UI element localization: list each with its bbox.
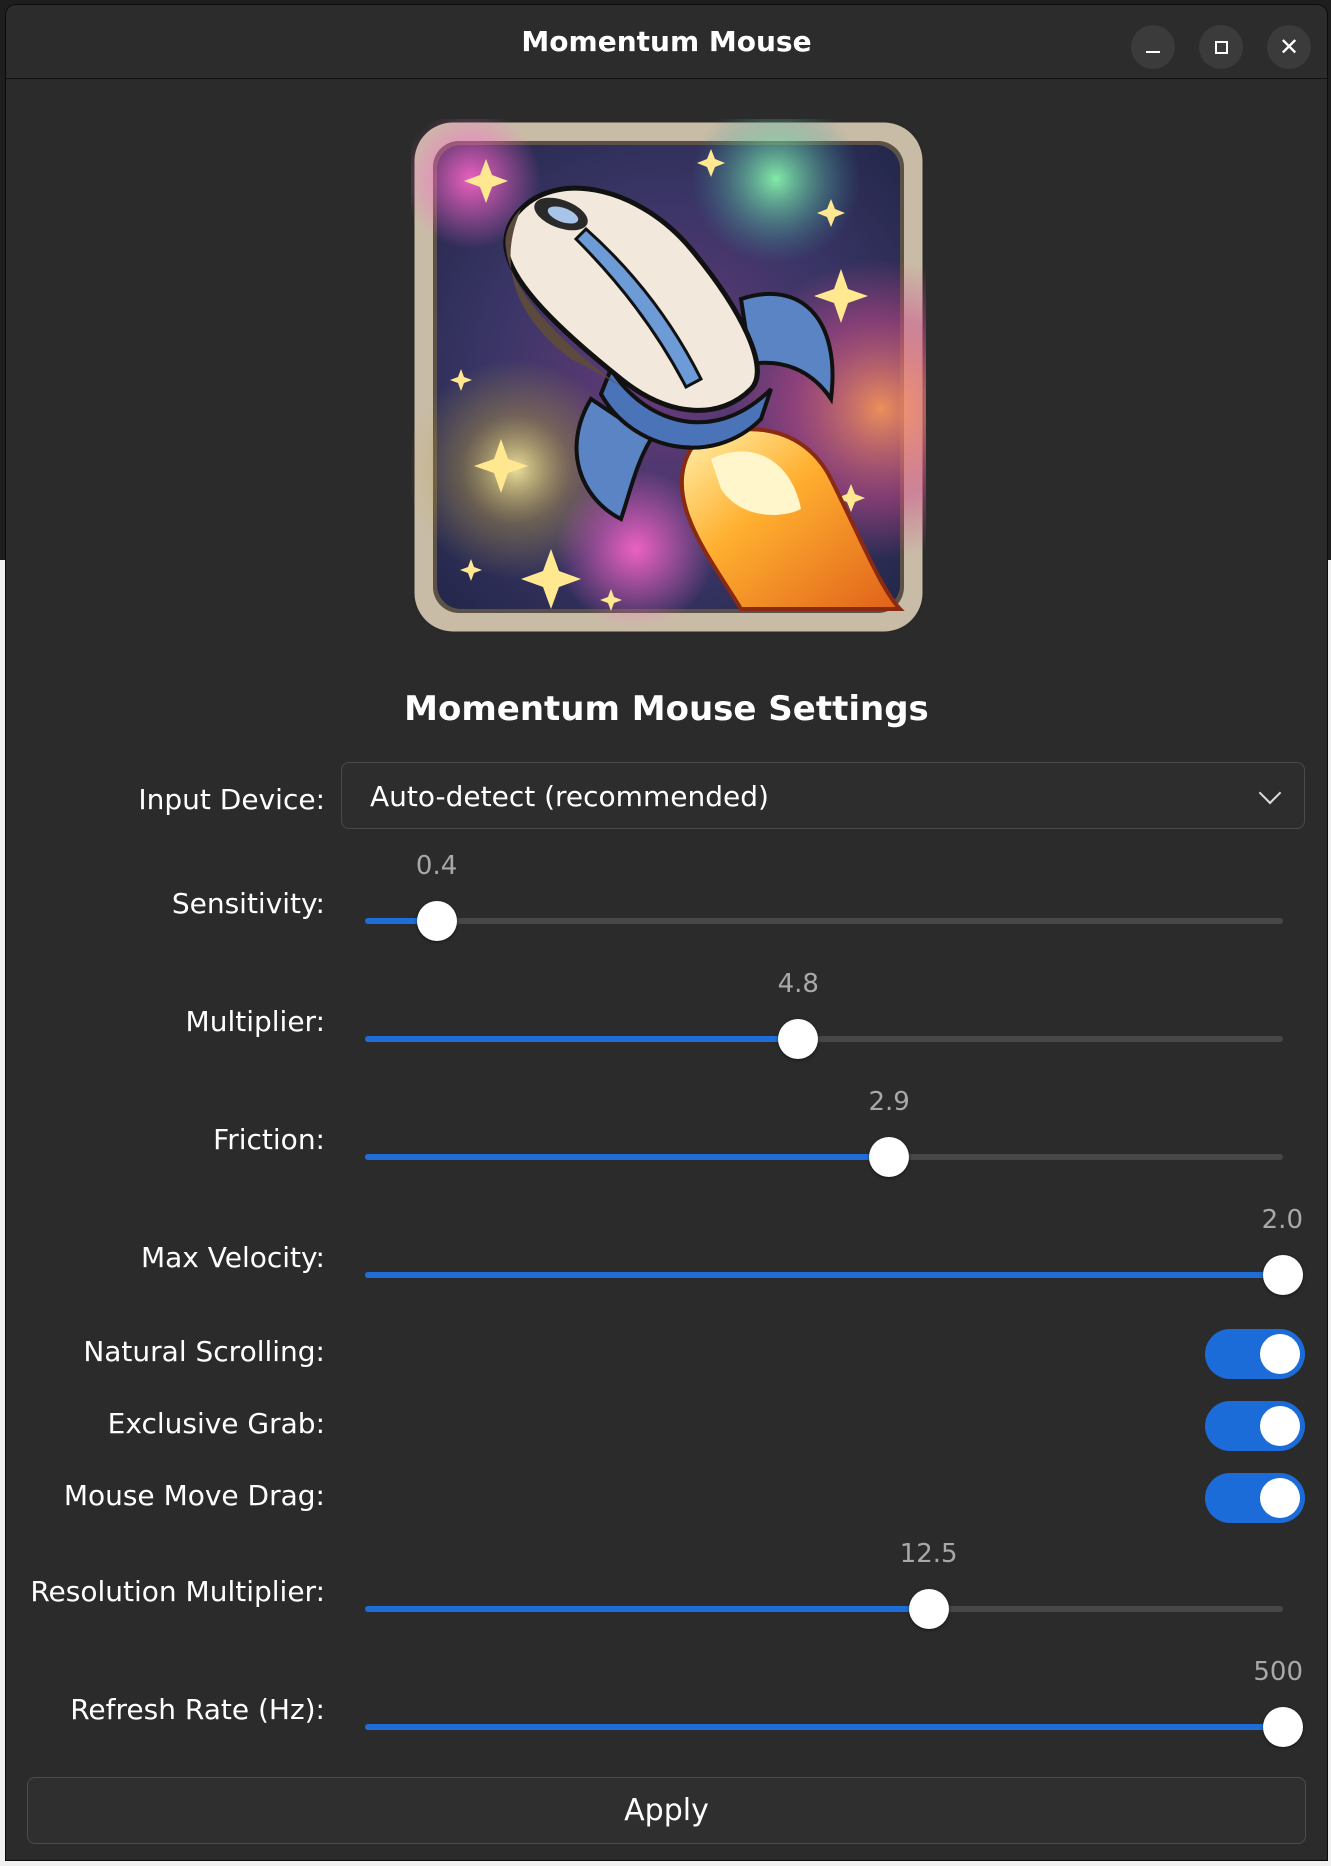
apply-button[interactable]: Apply <box>27 1777 1306 1844</box>
slider-fill <box>365 1036 799 1042</box>
slider-value: 0.4 <box>415 851 458 881</box>
chevron-down-icon <box>1258 781 1282 805</box>
natural-scrolling-label: Natural Scrolling: <box>83 1335 325 1368</box>
slider-fill <box>365 1606 929 1612</box>
resolution-multiplier-slider[interactable]: 12.5 <box>365 1539 1283 1629</box>
multiplier-label: Multiplier: <box>185 1005 325 1038</box>
input-device-label: Input Device: <box>138 783 325 816</box>
close-icon: ✕ <box>1278 33 1300 61</box>
input-device-value: Auto-detect (recommended) <box>370 780 769 813</box>
natural-scrolling-toggle[interactable] <box>1205 1329 1305 1379</box>
mouse-move-drag-label: Mouse Move Drag: <box>63 1479 325 1512</box>
multiplier-slider[interactable]: 4.8 <box>365 969 1283 1059</box>
input-device-dropdown[interactable]: Auto-detect (recommended) <box>341 762 1305 829</box>
slider-handle[interactable] <box>869 1137 910 1177</box>
friction-slider[interactable]: 2.9 <box>365 1087 1283 1177</box>
sensitivity-label: Sensitivity: <box>171 887 325 920</box>
exclusive-grab-toggle[interactable] <box>1205 1401 1305 1451</box>
slider-handle[interactable] <box>1263 1255 1303 1295</box>
slider-handle[interactable] <box>908 1589 949 1629</box>
slider-fill <box>365 1724 1283 1730</box>
refresh-rate-label: Refresh Rate (Hz): <box>70 1693 325 1726</box>
max-velocity-slider[interactable]: 2.0 <box>365 1205 1303 1295</box>
slider-handle[interactable] <box>416 901 457 941</box>
settings-heading: Momentum Mouse Settings <box>404 689 929 729</box>
max-velocity-label: Max Velocity: <box>140 1241 325 1274</box>
slider-handle[interactable] <box>1263 1707 1303 1747</box>
exclusive-grab-label: Exclusive Grab: <box>107 1407 325 1440</box>
slider-handle[interactable] <box>778 1019 819 1059</box>
maximize-icon <box>1214 40 1228 54</box>
app-window: Momentum Mouse ✕ Momentum Mouse Settings… <box>6 5 1327 1860</box>
sensitivity-slider[interactable]: 0.4 <box>365 851 1283 941</box>
toggle-knob <box>1260 1478 1300 1518</box>
rocket-mouse-logo <box>411 119 926 635</box>
friction-label: Friction: <box>213 1123 325 1156</box>
minimize-button[interactable] <box>1131 25 1175 69</box>
slider-value: 2.0 <box>1261 1205 1303 1235</box>
slider-value: 4.8 <box>777 969 819 999</box>
close-button[interactable]: ✕ <box>1267 25 1311 69</box>
slider-value: 500 <box>1253 1657 1303 1687</box>
resolution-multiplier-label: Resolution Multiplier: <box>30 1575 325 1608</box>
maximize-button[interactable] <box>1199 25 1243 69</box>
slider-fill <box>365 1154 890 1160</box>
toggle-knob <box>1260 1406 1300 1446</box>
slider-value: 12.5 <box>899 1539 958 1569</box>
mouse-move-drag-toggle[interactable] <box>1205 1473 1305 1523</box>
minimize-icon <box>1146 51 1160 53</box>
slider-value: 2.9 <box>868 1087 910 1117</box>
toggle-knob <box>1260 1334 1300 1374</box>
refresh-rate-slider[interactable]: 500 <box>365 1657 1303 1747</box>
title-bar: Momentum Mouse ✕ <box>6 5 1327 79</box>
slider-fill <box>365 1272 1283 1278</box>
window-title: Momentum Mouse <box>521 25 812 58</box>
slider-track <box>365 918 1283 924</box>
